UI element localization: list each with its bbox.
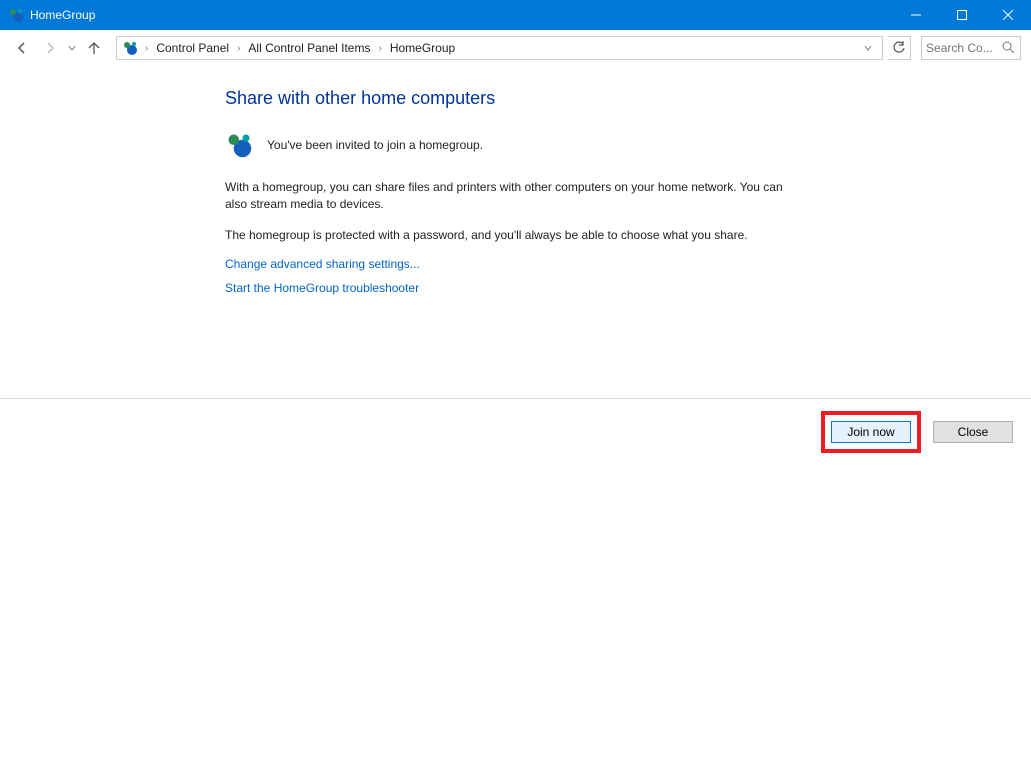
search-placeholder: Search Co... — [926, 41, 1002, 55]
invite-text: You've been invited to join a homegroup. — [267, 137, 483, 154]
footer-bar: Join now Close — [0, 398, 1031, 463]
description-2: The homegroup is protected with a passwo… — [225, 227, 785, 244]
breadcrumb-item[interactable]: HomeGroup — [388, 41, 457, 55]
forward-button[interactable] — [38, 36, 62, 60]
description-1: With a homegroup, you can share files an… — [225, 179, 785, 213]
homegroup-icon — [225, 131, 253, 159]
up-button[interactable] — [82, 36, 106, 60]
address-history-dropdown[interactable] — [858, 44, 878, 52]
chevron-right-icon[interactable]: › — [235, 43, 242, 54]
page-heading: Share with other home computers — [225, 88, 805, 109]
close-page-button[interactable]: Close — [933, 421, 1013, 443]
content-area: Share with other home computers You've b… — [0, 66, 1031, 759]
annotation-highlight: Join now — [821, 411, 921, 453]
troubleshooter-link[interactable]: Start the HomeGroup troubleshooter — [225, 281, 419, 295]
back-button[interactable] — [10, 36, 34, 60]
search-input[interactable]: Search Co... — [921, 36, 1021, 60]
close-button[interactable] — [985, 0, 1031, 30]
recent-locations-dropdown[interactable] — [66, 44, 78, 52]
window-title: HomeGroup — [30, 8, 95, 22]
title-bar: HomeGroup — [0, 0, 1031, 30]
join-now-button[interactable]: Join now — [831, 421, 911, 443]
search-icon — [1002, 41, 1016, 55]
breadcrumb-item[interactable]: Control Panel — [154, 41, 231, 55]
address-bar[interactable]: › Control Panel › All Control Panel Item… — [116, 36, 883, 60]
invite-row: You've been invited to join a homegroup. — [225, 131, 805, 159]
homegroup-icon — [8, 7, 24, 23]
maximize-button[interactable] — [939, 0, 985, 30]
advanced-sharing-link[interactable]: Change advanced sharing settings... — [225, 257, 420, 271]
refresh-button[interactable] — [887, 36, 911, 60]
minimize-button[interactable] — [893, 0, 939, 30]
homegroup-icon — [121, 39, 139, 57]
breadcrumb-item[interactable]: All Control Panel Items — [246, 41, 372, 55]
chevron-right-icon[interactable]: › — [143, 43, 150, 54]
nav-toolbar: › Control Panel › All Control Panel Item… — [0, 30, 1031, 66]
chevron-right-icon[interactable]: › — [376, 43, 383, 54]
